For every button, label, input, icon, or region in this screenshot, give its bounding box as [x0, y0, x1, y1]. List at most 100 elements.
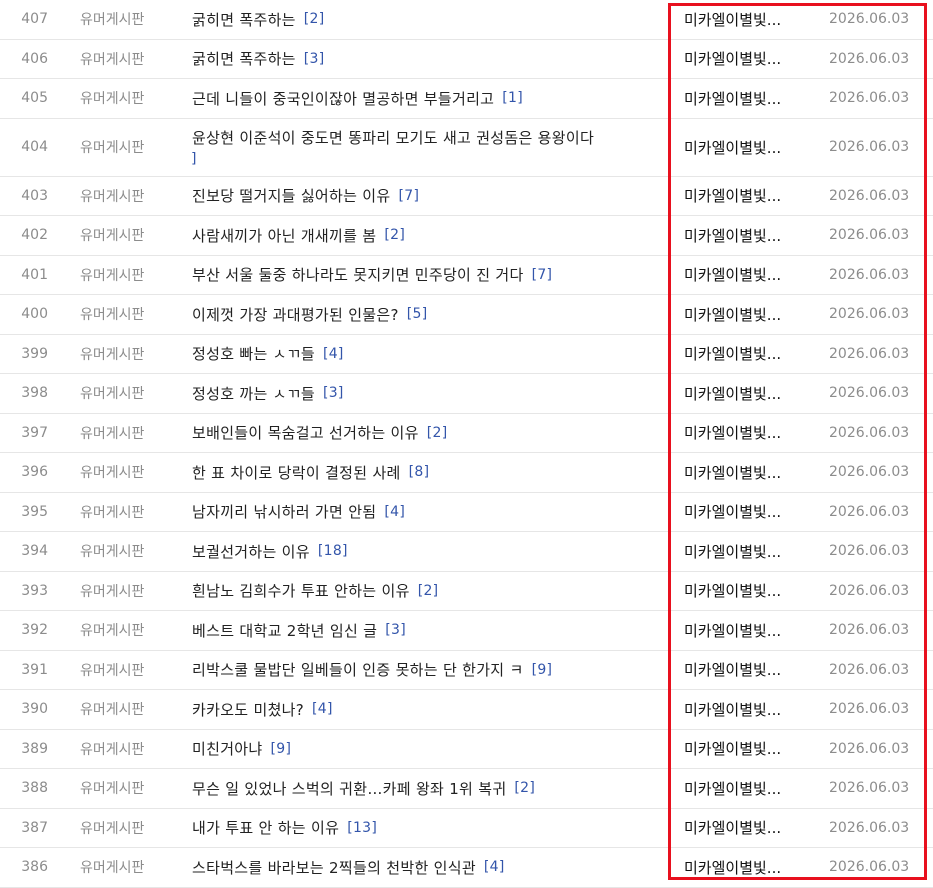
post-category[interactable]: 유머게시판 [80, 769, 144, 808]
post-category[interactable]: 유머게시판 [80, 40, 144, 79]
post-author[interactable]: 미카엘이별빛... [684, 119, 802, 176]
post-title-link[interactable]: 스타벅스를 바라보는 2찍들의 천박한 인식관 [4] [192, 848, 668, 887]
post-author[interactable]: 미카엘이별빛... [684, 611, 802, 650]
post-title-link[interactable]: 보배인들이 목숨걸고 선거하는 이유 [2] [192, 414, 668, 453]
post-category[interactable]: 유머게시판 [80, 572, 144, 611]
post-title-link[interactable]: 정성호 빠는 ㅅㄲ들 [4] [192, 335, 668, 374]
post-category[interactable]: 유머게시판 [80, 79, 144, 118]
post-title-link[interactable]: 베스트 대학교 2학년 임신 글 [3] [192, 611, 668, 650]
post-title[interactable]: 이제껏 가장 과대평가된 인물은? [192, 304, 399, 325]
post-author[interactable]: 미카엘이별빛... [684, 690, 802, 729]
comment-count[interactable]: [4] [484, 859, 505, 875]
comment-count[interactable]: [3] [192, 151, 197, 167]
comment-count[interactable]: [4] [384, 504, 405, 520]
post-category[interactable]: 유머게시판 [80, 335, 144, 374]
post-author[interactable]: 미카엘이별빛... [684, 295, 802, 334]
post-title-link[interactable]: 한 표 차이로 당락이 결정된 사례 [8] [192, 453, 668, 492]
post-author[interactable]: 미카엘이별빛... [684, 177, 802, 216]
post-title[interactable]: 정성호 까는 ㅅㄲ들 [192, 383, 315, 404]
post-author[interactable]: 미카엘이별빛... [684, 769, 802, 808]
comment-count[interactable]: [8] [409, 464, 430, 480]
comment-count[interactable]: [2] [384, 227, 405, 243]
post-title[interactable]: 무슨 일 있었나 스벅의 귀환…카페 왕좌 1위 복귀 [192, 778, 506, 799]
post-title[interactable]: 진보당 떨거지들 싫어하는 이유 [192, 185, 391, 206]
post-author[interactable]: 미카엘이별빛... [684, 40, 802, 79]
post-title[interactable]: 보궐선거하는 이유 [192, 541, 310, 562]
post-category[interactable]: 유머게시판 [80, 730, 144, 769]
comment-count[interactable]: [3] [385, 622, 406, 638]
post-author[interactable]: 미카엘이별빛... [684, 848, 802, 887]
post-title[interactable]: 흰남노 김희수가 투표 안하는 이유 [192, 580, 410, 601]
post-title[interactable]: 미친거아냐 [192, 738, 263, 759]
post-category[interactable]: 유머게시판 [80, 374, 144, 413]
post-title-link[interactable]: 진보당 떨거지들 싫어하는 이유 [7] [192, 177, 668, 216]
post-title-link[interactable]: 정성호 까는 ㅅㄲ들 [3] [192, 374, 668, 413]
post-title-link[interactable]: 보궐선거하는 이유 [18] [192, 532, 668, 571]
post-title[interactable]: 남자끼리 낚시하러 가면 안됨 [192, 501, 376, 522]
post-title-link[interactable]: 카카오도 미쳤나? [4] [192, 690, 668, 729]
post-title-link[interactable]: 윤상현 이준석이 중도면 똥파리 모기도 새고 권성돔은 용왕이다 [3] [192, 119, 668, 176]
post-title[interactable]: 내가 투표 안 하는 이유 [192, 817, 339, 838]
post-title-link[interactable]: 굵히면 폭주하는 [3] [192, 40, 668, 79]
post-title[interactable]: 보배인들이 목숨걸고 선거하는 이유 [192, 422, 419, 443]
post-category[interactable]: 유머게시판 [80, 848, 144, 887]
post-title-link[interactable]: 남자끼리 낚시하러 가면 안됨 [4] [192, 493, 668, 532]
post-author[interactable]: 미카엘이별빛... [684, 0, 802, 39]
post-author[interactable]: 미카엘이별빛... [684, 493, 802, 532]
post-title[interactable]: 정성호 빠는 ㅅㄲ들 [192, 343, 315, 364]
post-author[interactable]: 미카엘이별빛... [684, 335, 802, 374]
post-author[interactable]: 미카엘이별빛... [684, 216, 802, 255]
post-category[interactable]: 유머게시판 [80, 651, 144, 690]
comment-count[interactable]: [2] [418, 583, 439, 599]
post-category[interactable]: 유머게시판 [80, 295, 144, 334]
post-author[interactable]: 미카엘이별빛... [684, 453, 802, 492]
post-category[interactable]: 유머게시판 [80, 414, 144, 453]
post-title-link[interactable]: 리박스쿨 물밥단 일베들이 인증 못하는 단 한가지 ㅋ [9] [192, 651, 668, 690]
post-author[interactable]: 미카엘이별빛... [684, 374, 802, 413]
post-category[interactable]: 유머게시판 [80, 493, 144, 532]
comment-count[interactable]: [7] [532, 267, 553, 283]
post-category[interactable]: 유머게시판 [80, 453, 144, 492]
post-title[interactable]: 베스트 대학교 2학년 임신 글 [192, 620, 377, 641]
post-category[interactable]: 유머게시판 [80, 216, 144, 255]
post-title-link[interactable]: 부산 서울 둘중 하나라도 못지키면 민주당이 진 거다 [7] [192, 256, 668, 295]
comment-count[interactable]: [4] [312, 701, 333, 717]
post-category[interactable]: 유머게시판 [80, 809, 144, 848]
post-category[interactable]: 유머게시판 [80, 177, 144, 216]
comment-count[interactable]: [3] [323, 385, 344, 401]
post-title-link[interactable]: 무슨 일 있었나 스벅의 귀환…카페 왕좌 1위 복귀 [2] [192, 769, 668, 808]
post-title-link[interactable]: 근데 니들이 중국인이잖아 멸공하면 부들거리고 [1] [192, 79, 668, 118]
post-title[interactable]: 윤상현 이준석이 중도면 똥파리 모기도 새고 권성돔은 용왕이다 [192, 127, 594, 148]
comment-count[interactable]: [13] [347, 820, 377, 836]
post-title[interactable]: 부산 서울 둘중 하나라도 못지키면 민주당이 진 거다 [192, 264, 524, 285]
comment-count[interactable]: [2] [427, 425, 448, 441]
post-title-link[interactable]: 사람새끼가 아닌 개새끼를 봄 [2] [192, 216, 668, 255]
post-title[interactable]: 리박스쿨 물밥단 일베들이 인증 못하는 단 한가지 ㅋ [192, 659, 524, 680]
post-title[interactable]: 스타벅스를 바라보는 2찍들의 천박한 인식관 [192, 857, 476, 878]
comment-count[interactable]: [3] [304, 51, 325, 67]
comment-count[interactable]: [2] [514, 780, 535, 796]
post-title[interactable]: 굵히면 폭주하는 [192, 48, 296, 69]
comment-count[interactable]: [2] [304, 11, 325, 27]
comment-count[interactable]: [9] [532, 662, 553, 678]
post-author[interactable]: 미카엘이별빛... [684, 414, 802, 453]
comment-count[interactable]: [7] [399, 188, 420, 204]
comment-count[interactable]: [18] [318, 543, 348, 559]
post-title[interactable]: 근데 니들이 중국인이잖아 멸공하면 부들거리고 [192, 88, 494, 109]
comment-count[interactable]: [9] [271, 741, 292, 757]
post-author[interactable]: 미카엘이별빛... [684, 651, 802, 690]
post-author[interactable]: 미카엘이별빛... [684, 730, 802, 769]
post-title[interactable]: 굵히면 폭주하는 [192, 9, 296, 30]
post-category[interactable]: 유머게시판 [80, 690, 144, 729]
comment-count[interactable]: [5] [407, 306, 428, 322]
comment-count[interactable]: [4] [323, 346, 344, 362]
post-category[interactable]: 유머게시판 [80, 256, 144, 295]
post-title[interactable]: 사람새끼가 아닌 개새끼를 봄 [192, 225, 376, 246]
post-title-link[interactable]: 굵히면 폭주하는 [2] [192, 0, 668, 39]
post-title[interactable]: 카카오도 미쳤나? [192, 699, 304, 720]
post-title-link[interactable]: 이제껏 가장 과대평가된 인물은? [5] [192, 295, 668, 334]
post-title-link[interactable]: 흰남노 김희수가 투표 안하는 이유 [2] [192, 572, 668, 611]
post-author[interactable]: 미카엘이별빛... [684, 256, 802, 295]
post-author[interactable]: 미카엘이별빛... [684, 79, 802, 118]
post-category[interactable]: 유머게시판 [80, 532, 144, 571]
